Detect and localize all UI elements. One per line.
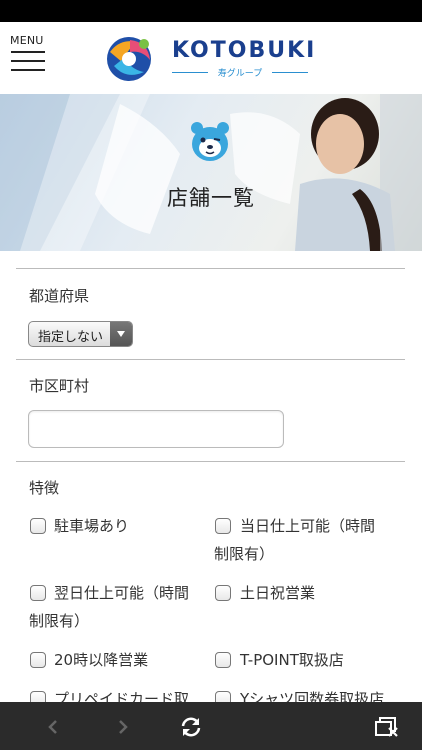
- menu-button[interactable]: MENU: [10, 34, 46, 80]
- chevron-down-icon: [110, 322, 132, 346]
- city-label: 市区町村: [29, 377, 90, 395]
- next-day-finish-label-line1[interactable]: 翌日仕上可能（時間: [54, 579, 189, 607]
- tpoint-checkbox[interactable]: [215, 652, 231, 668]
- menu-label: MENU: [10, 34, 44, 47]
- hero-banner: 店舗一覧: [0, 94, 422, 251]
- next-day-finish-checkbox[interactable]: [30, 585, 46, 601]
- same-day-finish-label-line1[interactable]: 当日仕上可能（時間: [240, 512, 375, 540]
- logo-wordmark: KOTOBUKI: [172, 38, 317, 63]
- page-title: 店舗一覧: [167, 186, 255, 210]
- mascot-icon: [191, 122, 229, 161]
- divider: [16, 268, 405, 269]
- reload-icon[interactable]: [179, 716, 203, 738]
- divider: [16, 359, 405, 360]
- parking-checkbox[interactable]: [30, 518, 46, 534]
- logo-subtitle: 寿グループ: [172, 66, 308, 79]
- status-bar: [0, 0, 422, 22]
- weekend-holiday-checkbox[interactable]: [215, 585, 231, 601]
- after-20-label[interactable]: 20時以降営業: [54, 646, 148, 674]
- after-20-checkbox[interactable]: [30, 652, 46, 668]
- prefecture-label: 都道府県: [29, 287, 90, 305]
- same-day-finish-label-line2[interactable]: 制限有）: [214, 540, 274, 568]
- back-arrow-icon[interactable]: [46, 716, 60, 738]
- divider: [16, 461, 405, 462]
- browser-toolbar: [0, 702, 422, 750]
- site-header: MENU KOTOBUKI 寿グループ: [0, 22, 422, 94]
- parking-checkbox-label[interactable]: 駐車場あり: [54, 512, 129, 540]
- weekend-holiday-label[interactable]: 土日祝営業: [240, 579, 315, 607]
- forward-arrow-icon[interactable]: [116, 716, 130, 738]
- features-label: 特徴: [29, 479, 60, 497]
- hamburger-line-icon: [11, 51, 45, 53]
- kotobuki-logo[interactable]: KOTOBUKI 寿グループ: [100, 32, 330, 84]
- hamburger-line-icon: [11, 69, 45, 71]
- next-day-finish-label-line2[interactable]: 制限有）: [29, 607, 89, 635]
- close-tabs-icon[interactable]: [375, 716, 399, 738]
- prefecture-selected-value: 指定しない: [38, 330, 104, 345]
- hero-photo: [0, 94, 422, 251]
- hamburger-line-icon: [11, 60, 45, 62]
- city-input[interactable]: [28, 410, 284, 448]
- prefecture-select[interactable]: 指定しない: [28, 321, 133, 347]
- same-day-finish-checkbox[interactable]: [215, 518, 231, 534]
- tpoint-label[interactable]: T-POINT取扱店: [240, 646, 344, 674]
- logo-mark-icon: [107, 37, 151, 81]
